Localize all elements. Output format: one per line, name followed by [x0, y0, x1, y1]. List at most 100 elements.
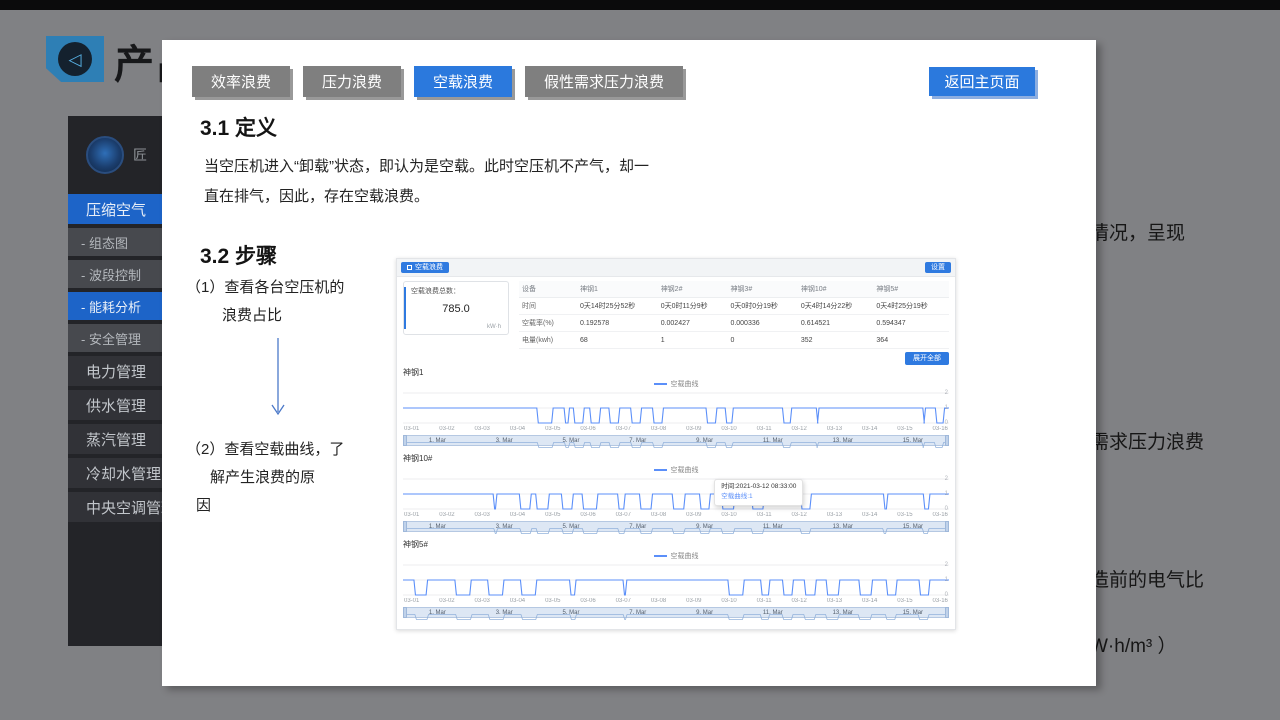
legend-line-icon	[654, 383, 667, 385]
x-axis-tick: 03-16	[933, 426, 948, 434]
x-axis-tick: 03-03	[475, 426, 490, 434]
tab-idle-waste[interactable]: 空载浪费	[414, 66, 512, 97]
sidebar-item[interactable]: 压缩空气	[68, 194, 174, 224]
data-zoom-slider[interactable]: 1. Mar3. Mar5. Mar7. Mar9. Mar11. Mar13.…	[403, 521, 949, 532]
zoom-handle-left[interactable]	[403, 607, 407, 618]
x-axis-tick: 03-10	[721, 512, 736, 520]
x-axis-tick: 03-15	[897, 512, 912, 520]
tab-efficiency-waste[interactable]: 效率浪费	[192, 66, 290, 97]
x-axis-tick: 03-04	[510, 426, 525, 434]
sidebar-logo-row: 匠	[68, 116, 174, 194]
x-axis-tick: 03-13	[827, 512, 842, 520]
badge-square-icon	[407, 265, 412, 270]
chart-title: 神钢10#	[403, 453, 949, 464]
definition-line-1: 当空压机进入“卸载”状态，即认为是空载。此时空压机不产气，却一	[204, 152, 649, 182]
x-axis-tick: 03-07	[616, 512, 631, 520]
legend-label: 空载曲线	[671, 379, 699, 389]
x-axis-tick: 03-06	[580, 598, 595, 606]
zoom-handle-left[interactable]	[403, 521, 407, 532]
x-axis-tick: 03-08	[651, 512, 666, 520]
data-zoom-slider[interactable]: 1. Mar3. Mar5. Mar7. Mar9. Mar11. Mar13.…	[403, 435, 949, 446]
chart-legend[interactable]: 空载曲线	[403, 465, 949, 475]
y-axis-tick: 2	[945, 476, 948, 482]
cell-value: 0天14时25分52秒	[577, 298, 658, 315]
x-axis-tick: 03-04	[510, 512, 525, 520]
legend-label: 空载曲线	[671, 551, 699, 561]
x-axis-tick: 03-10	[721, 426, 736, 434]
zoom-handle-left[interactable]	[403, 435, 407, 446]
dashboard-body: 空载浪费总数： 785.0 kW·h 设备神钢1神钢2#神钢3#神钢10#神钢5…	[397, 277, 955, 629]
x-axis-tick: 03-01	[404, 512, 419, 520]
x-axis-tick: 03-03	[475, 512, 490, 520]
y-axis-tick: 2	[945, 390, 948, 396]
x-axis-tick: 03-06	[580, 512, 595, 520]
y-axis-tick: 0	[945, 420, 948, 426]
sidebar-menu: 压缩空气 - 组态图 - 波段控制 - 能耗分析 - 安全管理电力管理供水管理蒸汽管理冷…	[68, 194, 174, 522]
sidebar-item[interactable]: 电力管理	[68, 356, 174, 386]
x-axis-tick: 03-11	[757, 426, 772, 434]
x-axis-tick: 03-11	[757, 598, 772, 606]
cell-value: 0天4时25分19秒	[873, 298, 949, 315]
y-axis-tick: 0	[945, 592, 948, 598]
x-axis-tick: 03-12	[791, 512, 806, 520]
chart-legend[interactable]: 空载曲线	[403, 379, 949, 389]
chart-legend[interactable]: 空载曲线	[403, 551, 949, 561]
tooltip-value: 空载曲线:1	[721, 492, 796, 502]
x-axis-tick: 03-05	[545, 512, 560, 520]
sidebar-item[interactable]: - 组态图	[68, 228, 174, 256]
idle-curve-chart: 神钢5#空载曲线21003-0103-0203-0303-0403-0503-0…	[403, 539, 949, 618]
x-axis-tick: 03-03	[475, 598, 490, 606]
x-axis-tick: 03-15	[897, 426, 912, 434]
sidebar-item[interactable]: - 波段控制	[68, 260, 174, 288]
sidebar-item[interactable]: - 能耗分析	[68, 292, 174, 320]
tab-pressure-waste[interactable]: 压力浪费	[303, 66, 401, 97]
top-letterbox-bar	[0, 0, 1280, 10]
x-axis-tick: 03-07	[616, 426, 631, 434]
x-axis-labels: 03-0103-0203-0303-0403-0503-0603-0703-08…	[403, 512, 949, 520]
return-home-button[interactable]: 返回主页面	[929, 67, 1035, 96]
cell-value: 0	[727, 332, 797, 349]
y-axis-tick: 1	[945, 491, 948, 497]
legend-label: 空载曲线	[671, 465, 699, 475]
sidebar-item[interactable]: 供水管理	[68, 390, 174, 420]
chart-plot-area[interactable]: 210时间:2021-03-12 08:33:00空载曲线:1	[403, 476, 949, 512]
sidebar-item[interactable]: 中央空调管理	[68, 492, 174, 522]
zoom-handle-right[interactable]	[945, 607, 949, 618]
zoom-handle-right[interactable]	[945, 435, 949, 446]
step-1: （1）查看各台空压机的 浪费占比	[186, 274, 344, 330]
sidebar-item[interactable]: - 安全管理	[68, 324, 174, 352]
card-unit: kW·h	[487, 324, 501, 330]
expand-all-button[interactable]: 展开全部	[905, 352, 949, 365]
cell-value: 0.192578	[577, 315, 658, 332]
y-axis-tick: 1	[945, 405, 948, 411]
column-header: 神钢2#	[658, 281, 728, 298]
idle-waste-badge: 空载浪费	[401, 262, 449, 273]
x-axis-tick: 03-14	[862, 512, 877, 520]
tooltip-time: 时间:2021-03-12 08:33:00	[721, 482, 796, 492]
chart-plot-area[interactable]: 210	[403, 562, 949, 598]
chart-title: 神钢5#	[403, 539, 949, 550]
chart-plot-area[interactable]: 2 1 0	[403, 390, 949, 426]
legend-line-icon	[654, 555, 667, 557]
idle-waste-total-card: 空载浪费总数： 785.0 kW·h	[403, 281, 509, 335]
app-logo-text: 匠	[133, 145, 147, 165]
sidebar-item[interactable]: 蒸汽管理	[68, 424, 174, 454]
data-zoom-slider[interactable]: 1. Mar3. Mar5. Mar7. Mar9. Mar11. Mar13.…	[403, 607, 949, 618]
x-axis-labels: 03-0103-0203-0303-0403-0503-0603-0703-08…	[403, 426, 949, 434]
content-modal: 效率浪费 压力浪费 空载浪费 假性需求压力浪费 返回主页面 3.1 定义 当空压…	[162, 40, 1096, 686]
x-axis-tick: 03-08	[651, 598, 666, 606]
down-arrow-icon	[270, 336, 286, 427]
definition-heading: 3.1 定义	[200, 112, 277, 142]
cell-value: 0.000336	[727, 315, 797, 332]
background-text-fragment: 需求压力浪费	[1090, 427, 1204, 454]
background-text-fragment: 造前的电气比	[1090, 565, 1204, 592]
device-table: 设备神钢1神钢2#神钢3#神钢10#神钢5#时间0天14时25分52秒0天0时1…	[519, 281, 949, 349]
zoom-handle-right[interactable]	[945, 521, 949, 532]
row-label: 空载率(%)	[519, 315, 577, 332]
settings-button[interactable]: 设置	[925, 262, 951, 273]
definition-paragraph: 当空压机进入“卸载”状态，即认为是空载。此时空压机不产气，却一 直在排气，因此，…	[204, 152, 649, 212]
x-axis-tick: 03-09	[686, 598, 701, 606]
back-button[interactable]: ◁	[46, 36, 104, 82]
tab-false-demand-pressure-waste[interactable]: 假性需求压力浪费	[525, 66, 683, 97]
sidebar-item[interactable]: 冷却水管理	[68, 458, 174, 488]
